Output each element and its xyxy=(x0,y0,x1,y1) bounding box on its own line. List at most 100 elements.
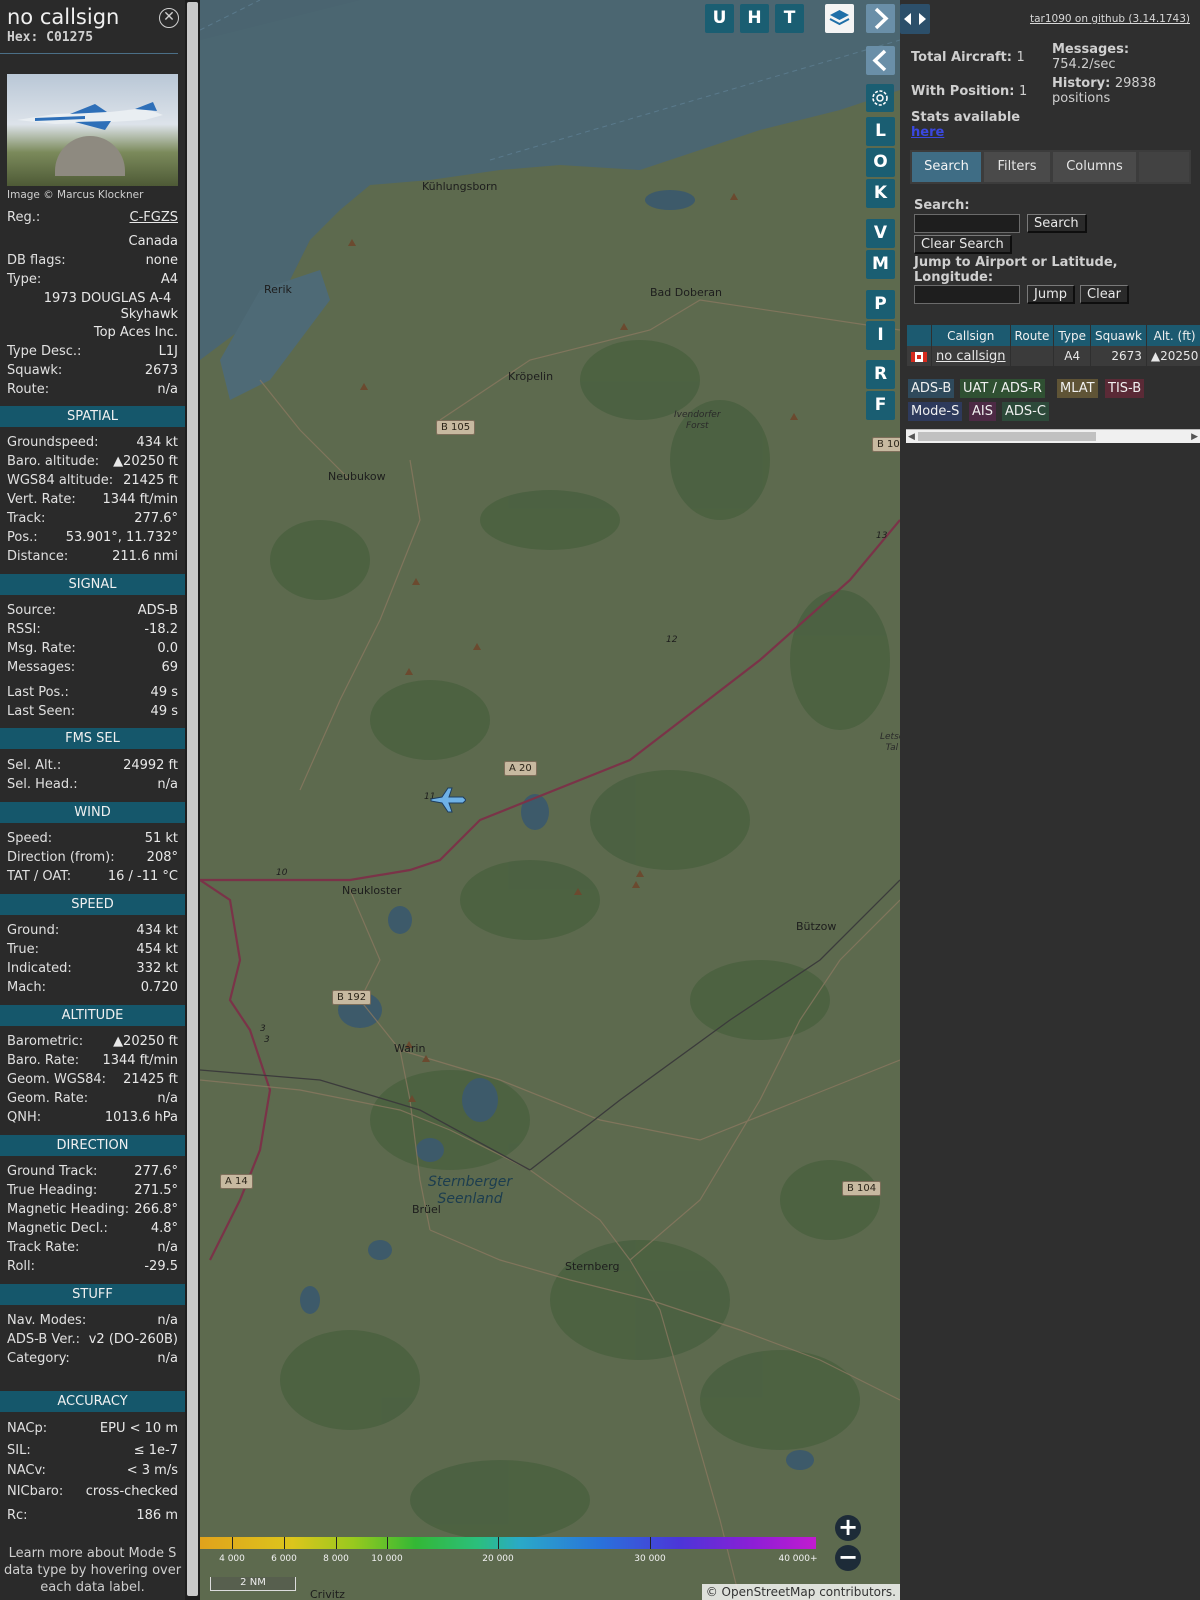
zoom-out-button[interactable]: − xyxy=(835,1545,861,1571)
toolbar-i-button[interactable]: I xyxy=(866,321,895,350)
toolbar-h-button[interactable]: H xyxy=(740,4,769,33)
aircraft-photo[interactable] xyxy=(7,74,178,186)
attribution-suffix: contributors. xyxy=(815,1585,896,1599)
toolbar-o-button[interactable]: O xyxy=(866,148,895,177)
info-dbflags: DB flags: none xyxy=(7,251,178,270)
altitude-value: 1013.6 hPa xyxy=(104,1110,178,1125)
aircraft-photo-pedestal xyxy=(55,136,125,176)
stuff-label: ADS-B Ver.: xyxy=(7,1332,80,1347)
source-badge-modes: Mode-S xyxy=(908,402,963,421)
toolbar-l-button[interactable]: L xyxy=(866,117,895,146)
tab-filters[interactable]: Filters xyxy=(984,152,1050,182)
clear-button[interactable]: Clear xyxy=(1080,285,1129,304)
toolbar-f-button[interactable]: F xyxy=(866,391,895,420)
table-horizontal-scrollbar[interactable]: ◀ ▶ xyxy=(906,429,1200,443)
place-butzow: Bützow xyxy=(796,920,837,933)
toolbar-v-button[interactable]: V xyxy=(866,219,895,248)
place-ivendorfer: Ivendorfer xyxy=(674,410,721,420)
spatial-value: 211.6 nmi xyxy=(112,549,178,564)
column-route[interactable]: Route xyxy=(1010,325,1055,346)
speed-value: 454 kt xyxy=(136,942,178,957)
spatial-row: Baro. altitude: ▲20250 ft xyxy=(7,452,178,471)
info-type-full: 1973 DOUGLAS A-4 Skyhawk xyxy=(7,291,178,323)
zoom-in-button[interactable]: + xyxy=(835,1515,861,1541)
map-attribution: © OpenStreetMap contributors. xyxy=(701,1584,900,1600)
attribution-link[interactable]: OpenStreetMap xyxy=(722,1585,816,1599)
signal-label: Msg. Rate: xyxy=(7,641,76,656)
jet-aircraft-icon[interactable] xyxy=(430,786,466,814)
with-position: With Position: 1 xyxy=(911,84,1027,99)
info-scrollbar-thumb[interactable] xyxy=(187,2,198,1596)
info-squawk: Squawk: 2673 xyxy=(7,361,178,380)
tab-search[interactable]: Search xyxy=(912,152,981,182)
total-aircraft-label: Total Aircraft: xyxy=(911,50,1012,65)
section-altitude: ALTITUDE xyxy=(0,1005,185,1026)
toolbar-t-button[interactable]: T xyxy=(775,4,804,33)
layers-icon[interactable] xyxy=(825,4,854,33)
spatial-label: Baro. altitude: xyxy=(7,454,100,469)
speed-row: True: 454 kt xyxy=(7,940,178,959)
close-icon[interactable]: ✕ xyxy=(159,8,179,28)
place-kuhlungsborn: Kühlungsborn xyxy=(422,180,498,193)
speed-row: Ground: 434 kt xyxy=(7,921,178,940)
row-route xyxy=(1010,346,1055,366)
resize-horizontal-icon[interactable] xyxy=(900,4,930,34)
version-link[interactable]: tar1090 on github (3.14.1743) xyxy=(1030,13,1190,25)
info-type-full-1: 1973 DOUGLAS A-4 xyxy=(43,291,172,306)
spatial-label: WGS84 altitude: xyxy=(7,473,114,488)
scrollbar-thumb[interactable] xyxy=(918,432,1096,441)
direction-row: Magnetic Heading: 266.8° xyxy=(7,1200,178,1219)
altitude-value: ▲20250 ft xyxy=(113,1034,178,1049)
spatial-row: Vert. Rate: 1344 ft/min xyxy=(7,490,178,509)
place-sternberg: Sternberg xyxy=(565,1260,620,1273)
accuracy-row: SIL: ≤ 1e-7 xyxy=(7,1441,178,1460)
direction-value: 271.5° xyxy=(134,1183,178,1198)
column-type[interactable]: Type xyxy=(1053,325,1091,346)
column-callsign[interactable]: Callsign xyxy=(931,325,1011,346)
column-altitude[interactable]: Alt. (ft) xyxy=(1146,325,1200,346)
toolbar-r-button[interactable]: R xyxy=(866,360,895,389)
aircraft-info-panel: no callsign Hex: C01275 ✕ Image © Marcus… xyxy=(0,0,185,1600)
altitude-row: Barometric: ▲20250 ft xyxy=(7,1032,178,1051)
row-callsign[interactable]: no callsign xyxy=(931,346,1011,366)
toolbar-u-button[interactable]: U xyxy=(705,4,734,33)
toolbar-k-button[interactable]: K xyxy=(866,179,895,208)
search-button[interactable]: Search xyxy=(1027,214,1087,233)
canada-flag-icon xyxy=(911,351,927,362)
scroll-right-icon[interactable]: ▶ xyxy=(1191,432,1198,442)
altitude-scale-tick xyxy=(387,1537,388,1549)
altitude-row: Geom. Rate: n/a xyxy=(7,1089,178,1108)
toolbar-p-button[interactable]: P xyxy=(866,290,895,319)
gear-icon[interactable] xyxy=(866,84,894,112)
with-position-label: With Position: xyxy=(911,84,1015,99)
map-view[interactable]: Kühlungsborn Rerik Bad Doberan Kröpelin … xyxy=(200,0,900,1600)
tab-columns[interactable]: Columns xyxy=(1053,152,1136,182)
info-squawk-label: Squawk: xyxy=(7,363,63,378)
altitude-scale-label: 20 000 xyxy=(482,1554,514,1564)
fms-label: Sel. Alt.: xyxy=(7,758,62,773)
info-panel-scrollbar[interactable] xyxy=(185,0,200,1600)
chevron-left-icon[interactable] xyxy=(866,46,895,75)
jump-input[interactable] xyxy=(914,285,1020,304)
info-reg-link[interactable]: C-FGZS xyxy=(130,208,178,227)
fms-label: Sel. Head.: xyxy=(7,777,78,792)
column-squawk[interactable]: Squawk xyxy=(1090,325,1147,346)
search-input[interactable] xyxy=(914,214,1020,233)
toolbar-m-button[interactable]: M xyxy=(866,250,895,279)
chevron-right-icon[interactable] xyxy=(866,4,895,33)
wind-label: Direction (from): xyxy=(7,850,115,865)
tab-empty xyxy=(1139,152,1189,182)
wind-label: TAT / OAT: xyxy=(7,869,72,884)
wind-row: Speed: 51 kt xyxy=(7,829,178,848)
direction-label: True Heading: xyxy=(7,1183,98,1198)
clear-search-button[interactable]: Clear Search xyxy=(914,235,1012,254)
stats-here-link[interactable]: here xyxy=(911,125,1020,140)
map-scale-bar: 2 NM xyxy=(210,1577,296,1591)
altitude-scale-tick xyxy=(650,1537,651,1549)
jump-button[interactable]: Jump xyxy=(1027,285,1075,304)
info-hex: Hex: C01275 xyxy=(7,30,94,45)
table-row[interactable]: no callsign A4 2673 ▲20250 xyxy=(907,346,1200,366)
signal-label: RSSI: xyxy=(7,622,41,637)
direction-row: Magnetic Decl.: 4.8° xyxy=(7,1219,178,1238)
scroll-left-icon[interactable]: ◀ xyxy=(908,432,915,442)
